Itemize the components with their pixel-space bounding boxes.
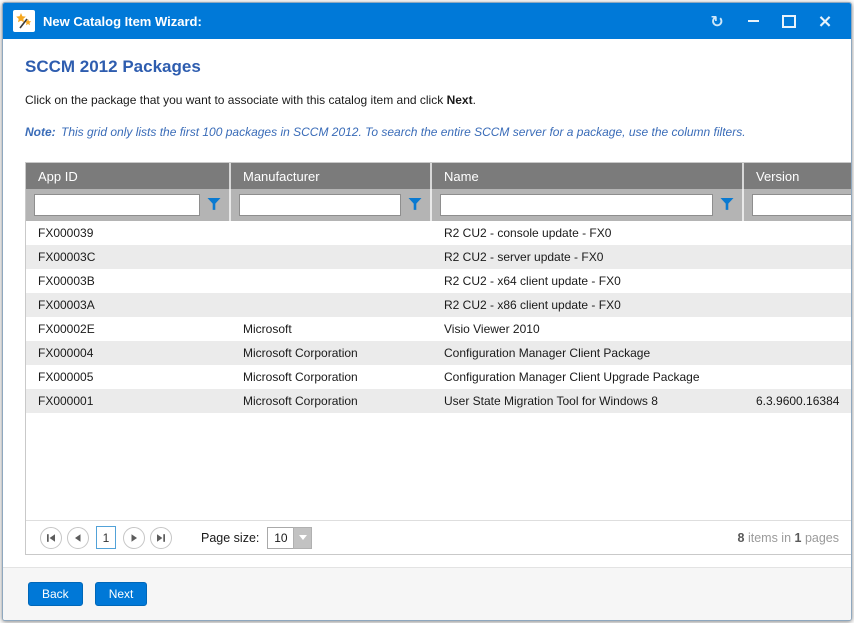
cell-version bbox=[744, 341, 851, 365]
wizard-content: SCCM 2012 Packages Click on the package … bbox=[3, 39, 851, 567]
cell-name: R2 CU2 - x86 client update - FX0 bbox=[432, 293, 744, 317]
cell-version bbox=[744, 317, 851, 341]
table-row[interactable]: FX00002EMicrosoftVisio Viewer 2010 bbox=[26, 317, 851, 341]
cell-app_id: FX000039 bbox=[26, 221, 231, 245]
cell-manufacturer bbox=[231, 269, 432, 293]
filter-input-app_id[interactable] bbox=[34, 194, 200, 216]
cell-app_id: FX00003B bbox=[26, 269, 231, 293]
filter-funnel-icon[interactable] bbox=[207, 198, 223, 212]
cell-app_id: FX000001 bbox=[26, 389, 231, 413]
window-controls: ↻ × bbox=[703, 8, 839, 34]
grid-body: FX000039R2 CU2 - console update - FX0FX0… bbox=[26, 221, 851, 413]
cell-name: R2 CU2 - x64 client update - FX0 bbox=[432, 269, 744, 293]
cell-version bbox=[744, 245, 851, 269]
column-header-name[interactable]: Name bbox=[432, 163, 744, 189]
grid-header-row: App IDManufacturerNameVersion bbox=[26, 163, 851, 189]
filter-input-name[interactable] bbox=[440, 194, 713, 216]
close-icon[interactable]: × bbox=[811, 8, 839, 34]
wizard-window: New Catalog Item Wizard: ↻ × SCCM 2012 P… bbox=[2, 2, 852, 621]
cell-manufacturer bbox=[231, 293, 432, 317]
instruction-text: Click on the package that you want to as… bbox=[25, 93, 851, 107]
page-size-value: 10 bbox=[267, 527, 293, 549]
filter-cell-app_id bbox=[26, 189, 231, 221]
window-title: New Catalog Item Wizard: bbox=[43, 14, 202, 29]
pager-summary: 8 items in 1 pages bbox=[738, 531, 839, 545]
page-title: SCCM 2012 Packages bbox=[25, 57, 851, 77]
cell-manufacturer bbox=[231, 245, 432, 269]
cell-name: R2 CU2 - server update - FX0 bbox=[432, 245, 744, 269]
titlebar: New Catalog Item Wizard: ↻ × bbox=[3, 3, 851, 39]
pager-next-button[interactable] bbox=[123, 527, 145, 549]
grid-empty-area bbox=[26, 413, 851, 520]
back-button[interactable]: Back bbox=[28, 582, 83, 606]
page-size-select[interactable]: 10 bbox=[267, 527, 312, 549]
filter-cell-name bbox=[432, 189, 744, 221]
table-row[interactable]: FX000005Microsoft CorporationConfigurati… bbox=[26, 365, 851, 389]
cell-version bbox=[744, 221, 851, 245]
pager-first-button[interactable] bbox=[40, 527, 62, 549]
filter-input-version[interactable] bbox=[752, 194, 851, 216]
cell-manufacturer: Microsoft Corporation bbox=[231, 389, 432, 413]
minimize-icon[interactable] bbox=[739, 8, 767, 34]
pager-prev-button[interactable] bbox=[67, 527, 89, 549]
cell-app_id: FX000004 bbox=[26, 341, 231, 365]
pager-last-button[interactable] bbox=[150, 527, 172, 549]
table-row[interactable]: FX000001Microsoft CorporationUser State … bbox=[26, 389, 851, 413]
cell-name: R2 CU2 - console update - FX0 bbox=[432, 221, 744, 245]
column-header-manufacturer[interactable]: Manufacturer bbox=[231, 163, 432, 189]
cell-version bbox=[744, 269, 851, 293]
cell-app_id: FX00002E bbox=[26, 317, 231, 341]
cell-app_id: FX00003C bbox=[26, 245, 231, 269]
table-row[interactable]: FX00003C R2 CU2 - server update - FX0 bbox=[26, 245, 851, 269]
filter-funnel-icon[interactable] bbox=[720, 198, 736, 212]
table-row[interactable]: FX00003A R2 CU2 - x86 client update - FX0 bbox=[26, 293, 851, 317]
note-text: Note: This grid only lists the first 100… bbox=[25, 125, 851, 139]
pager-current-page[interactable]: 1 bbox=[96, 526, 116, 549]
filter-cell-version bbox=[744, 189, 851, 221]
cell-name: Configuration Manager Client Upgrade Pac… bbox=[432, 365, 744, 389]
cell-manufacturer bbox=[231, 221, 432, 245]
cell-version bbox=[744, 293, 851, 317]
cell-app_id: FX000005 bbox=[26, 365, 231, 389]
cell-version: 6.3.9600.16384 bbox=[744, 389, 851, 413]
cell-manufacturer: Microsoft Corporation bbox=[231, 341, 432, 365]
table-row[interactable]: FX00003B R2 CU2 - x64 client update - FX0 bbox=[26, 269, 851, 293]
page-size-label: Page size: bbox=[201, 531, 259, 545]
packages-grid: App IDManufacturerNameVersion FX000039 R2… bbox=[25, 162, 851, 555]
filter-input-manufacturer[interactable] bbox=[239, 194, 401, 216]
cell-manufacturer: Microsoft bbox=[231, 317, 432, 341]
filter-cell-manufacturer bbox=[231, 189, 432, 221]
column-header-version[interactable]: Version bbox=[744, 163, 851, 189]
table-row[interactable]: FX000039 R2 CU2 - console update - FX0 bbox=[26, 221, 851, 245]
cell-version bbox=[744, 365, 851, 389]
page-size-dropdown-icon[interactable] bbox=[293, 527, 312, 549]
grid-pager: 1 Page size: 10 8 items in 1 pages bbox=[26, 520, 851, 554]
wizard-icon bbox=[13, 10, 35, 32]
column-header-app_id[interactable]: App ID bbox=[26, 163, 231, 189]
table-row[interactable]: FX000004Microsoft CorporationConfigurati… bbox=[26, 341, 851, 365]
next-button[interactable]: Next bbox=[95, 582, 148, 606]
refresh-icon[interactable]: ↻ bbox=[703, 8, 731, 34]
cell-name: Visio Viewer 2010 bbox=[432, 317, 744, 341]
filter-funnel-icon[interactable] bbox=[408, 198, 424, 212]
cell-manufacturer: Microsoft Corporation bbox=[231, 365, 432, 389]
grid-filter-row bbox=[26, 189, 851, 221]
maximize-icon[interactable] bbox=[775, 8, 803, 34]
cell-app_id: FX00003A bbox=[26, 293, 231, 317]
footer: Back Next bbox=[3, 567, 851, 620]
cell-name: User State Migration Tool for Windows 8 bbox=[432, 389, 744, 413]
cell-name: Configuration Manager Client Package bbox=[432, 341, 744, 365]
